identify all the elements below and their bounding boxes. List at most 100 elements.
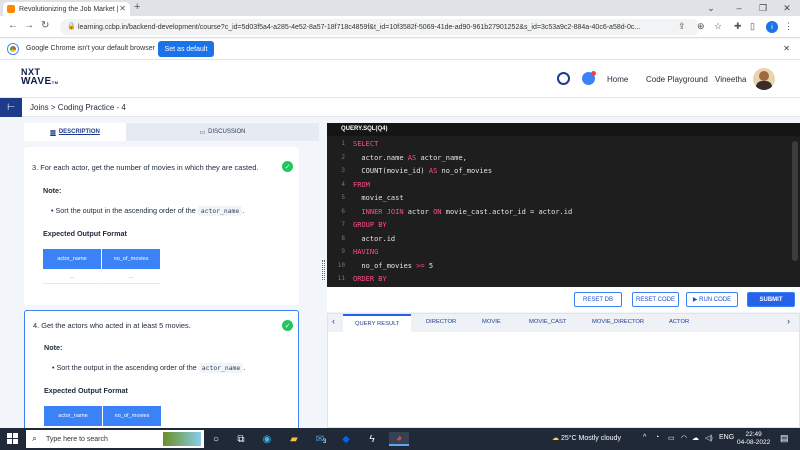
share-icon[interactable]: ⇪ bbox=[678, 21, 686, 32]
chevron-up-icon[interactable]: ^ bbox=[643, 434, 646, 441]
editor-scrollbar[interactable] bbox=[792, 141, 798, 261]
nxtwave-logo[interactable]: NXT WAVETM bbox=[21, 68, 59, 87]
avatar[interactable] bbox=[753, 68, 775, 90]
maximize-icon[interactable]: ❐ bbox=[752, 0, 774, 16]
reload-icon[interactable]: ↻ bbox=[41, 20, 49, 31]
tab-description[interactable]: ▤ DESCRIPTION bbox=[24, 123, 126, 141]
tab-discussion[interactable]: ▭ DISCUSSION bbox=[126, 123, 319, 141]
volume-icon[interactable]: ◁) bbox=[705, 434, 713, 442]
close-infobar-icon[interactable]: ✕ bbox=[783, 44, 790, 53]
tab-actor[interactable]: ACTOR bbox=[669, 319, 689, 325]
network-icon[interactable]: ◔ bbox=[655, 434, 659, 441]
battery-icon[interactable]: ▭ bbox=[668, 434, 675, 442]
inline-code: actor_name bbox=[198, 363, 244, 373]
windows-start-icon[interactable] bbox=[7, 433, 19, 445]
extensions-icon[interactable]: ✚ bbox=[734, 21, 742, 32]
forward-icon[interactable]: → bbox=[24, 20, 34, 31]
url-field[interactable]: 🔒 learning.ccbp.in/backend-development/c… bbox=[60, 19, 700, 35]
code-text: GROUP BY bbox=[353, 221, 387, 229]
user-name[interactable]: Vineetha bbox=[715, 75, 746, 84]
code-line[interactable]: 10 no_of_movies >= 5 bbox=[327, 262, 787, 275]
line-number: 8 bbox=[341, 234, 345, 242]
notification-center-icon[interactable]: ▤ bbox=[780, 433, 789, 444]
code-line[interactable]: 1 SELECT bbox=[327, 140, 787, 153]
code-text: HAVING bbox=[353, 248, 379, 256]
onedrive-icon[interactable]: ☁ bbox=[692, 434, 699, 442]
tab-director[interactable]: DIRECTOR bbox=[426, 319, 456, 325]
code-line[interactable]: 8 actor.id bbox=[327, 235, 787, 248]
profile-icon[interactable]: i bbox=[766, 21, 778, 33]
sidebar-toggle-icon[interactable]: ⊢ bbox=[0, 98, 22, 117]
zoom-icon[interactable]: ⊕ bbox=[697, 21, 705, 32]
code-text: movie_cast bbox=[353, 194, 404, 202]
tab-movie[interactable]: MOVIE bbox=[482, 319, 501, 325]
submit-button[interactable]: SUBMIT bbox=[747, 292, 795, 307]
menu-icon[interactable]: ⋮ bbox=[784, 21, 793, 32]
run-code-button[interactable]: ▶ RUN CODE bbox=[686, 292, 738, 307]
code-line[interactable]: 11 ORDER BY bbox=[327, 275, 787, 287]
question-card-4[interactable]: 4. Get the actors who acted in at least … bbox=[24, 310, 299, 428]
code-line[interactable]: 2 actor.name AS actor_name, bbox=[327, 154, 787, 167]
chat-icon: ▭ bbox=[199, 129, 206, 136]
pane-splitter-handle[interactable] bbox=[322, 260, 325, 280]
lightning-app-icon[interactable]: ϟ bbox=[365, 432, 379, 446]
wifi-icon[interactable]: ◠ bbox=[681, 434, 687, 442]
expected-output-label: Expected Output Format bbox=[44, 386, 128, 395]
chevron-right-icon[interactable]: › bbox=[787, 316, 790, 326]
minimize-icon[interactable]: – bbox=[728, 0, 750, 16]
file-explorer-icon[interactable]: ▰ bbox=[287, 432, 301, 446]
app-header: NXT WAVETM Home Code Playground Vineetha bbox=[0, 60, 800, 98]
tab-query-result[interactable]: QUERY RESULT bbox=[343, 314, 412, 332]
tab-discussion-label: DISCUSSION bbox=[208, 129, 246, 135]
question-title: 3. For each actor, get the number of mov… bbox=[32, 163, 258, 172]
code-line[interactable]: 9 HAVING bbox=[327, 248, 787, 261]
code-line[interactable]: 6 INNER JOIN actor ON movie_cast.actor_i… bbox=[327, 208, 787, 221]
code-line[interactable]: 3 COUNT(movie_id) AS no_of_movies bbox=[327, 167, 787, 180]
file-tab-label: QUERY.SQL(Q4) bbox=[341, 126, 388, 132]
tab-movie-director[interactable]: MOVIE_DIRECTOR bbox=[592, 319, 644, 325]
nav-code-playground[interactable]: Code Playground bbox=[646, 75, 708, 84]
task-view-icon[interactable]: ⧉ bbox=[234, 432, 248, 446]
table-header-cell: no_of_movies bbox=[103, 406, 161, 426]
set-default-button[interactable]: Set as default bbox=[158, 41, 214, 57]
editor-file-tab[interactable]: QUERY.SQL(Q4) bbox=[327, 123, 800, 136]
breadcrumb[interactable]: Joins > Coding Practice - 4 bbox=[30, 103, 126, 112]
streak-icon[interactable] bbox=[557, 72, 570, 85]
close-tab-icon[interactable]: ✕ bbox=[119, 4, 126, 13]
address-bar-row: ← → ↻ 🔒 learning.ccbp.in/backend-develop… bbox=[0, 16, 800, 38]
code-line[interactable]: 5 movie_cast bbox=[327, 194, 787, 207]
chevron-down-icon[interactable]: ⌄ bbox=[700, 0, 722, 16]
cortana-icon[interactable]: ○ bbox=[209, 432, 223, 446]
code-line[interactable]: 4 FROM bbox=[327, 181, 787, 194]
language-indicator[interactable]: ENG bbox=[719, 434, 734, 441]
dropbox-icon[interactable]: ◆ bbox=[339, 432, 353, 446]
bookmark-star-icon[interactable]: ☆ bbox=[714, 21, 722, 32]
chevron-left-icon[interactable]: ‹ bbox=[332, 316, 335, 326]
code-line[interactable]: 7 GROUP BY bbox=[327, 221, 787, 234]
search-highlight-image[interactable] bbox=[163, 432, 201, 446]
mail-badge: 3 bbox=[323, 439, 327, 445]
tab-movie-cast[interactable]: MOVIE_CAST bbox=[529, 319, 566, 325]
reset-db-button[interactable]: RESET DB bbox=[574, 292, 622, 307]
clock[interactable]: 22:49 04-08-2022 bbox=[737, 431, 770, 447]
sql-editor[interactable]: QUERY.SQL(Q4) 1 SELECT 2 actor.name AS act… bbox=[327, 123, 800, 287]
edge-icon[interactable]: ◉ bbox=[260, 432, 274, 446]
close-window-icon[interactable]: ✕ bbox=[776, 0, 798, 16]
line-number: 11 bbox=[337, 275, 345, 282]
lock-icon: 🔒 bbox=[67, 23, 76, 30]
site-favicon-icon bbox=[7, 5, 15, 13]
new-tab-icon[interactable]: + bbox=[134, 1, 140, 13]
inline-code: actor_name bbox=[197, 206, 243, 216]
chrome-taskbar-icon[interactable]: ◕ bbox=[389, 432, 409, 446]
weather-widget[interactable]: ☁ 25°C Mostly cloudy bbox=[552, 434, 621, 442]
sidebar-icon[interactable]: ▯ bbox=[750, 21, 755, 32]
code-text: INNER JOIN actor ON movie_cast.actor_id … bbox=[353, 207, 573, 216]
question-card-3[interactable]: 3. For each actor, get the number of mov… bbox=[24, 147, 299, 305]
browser-tab[interactable]: Revolutionizing the Job Market | ✕ bbox=[3, 2, 130, 16]
nav-home[interactable]: Home bbox=[607, 75, 628, 84]
table-header-cell: no_of_movies bbox=[102, 249, 160, 269]
reset-code-button[interactable]: RESET CODE bbox=[632, 292, 679, 307]
logo-line2: WAVE bbox=[21, 76, 52, 87]
back-icon[interactable]: ← bbox=[8, 20, 18, 31]
line-number: 2 bbox=[341, 153, 345, 161]
